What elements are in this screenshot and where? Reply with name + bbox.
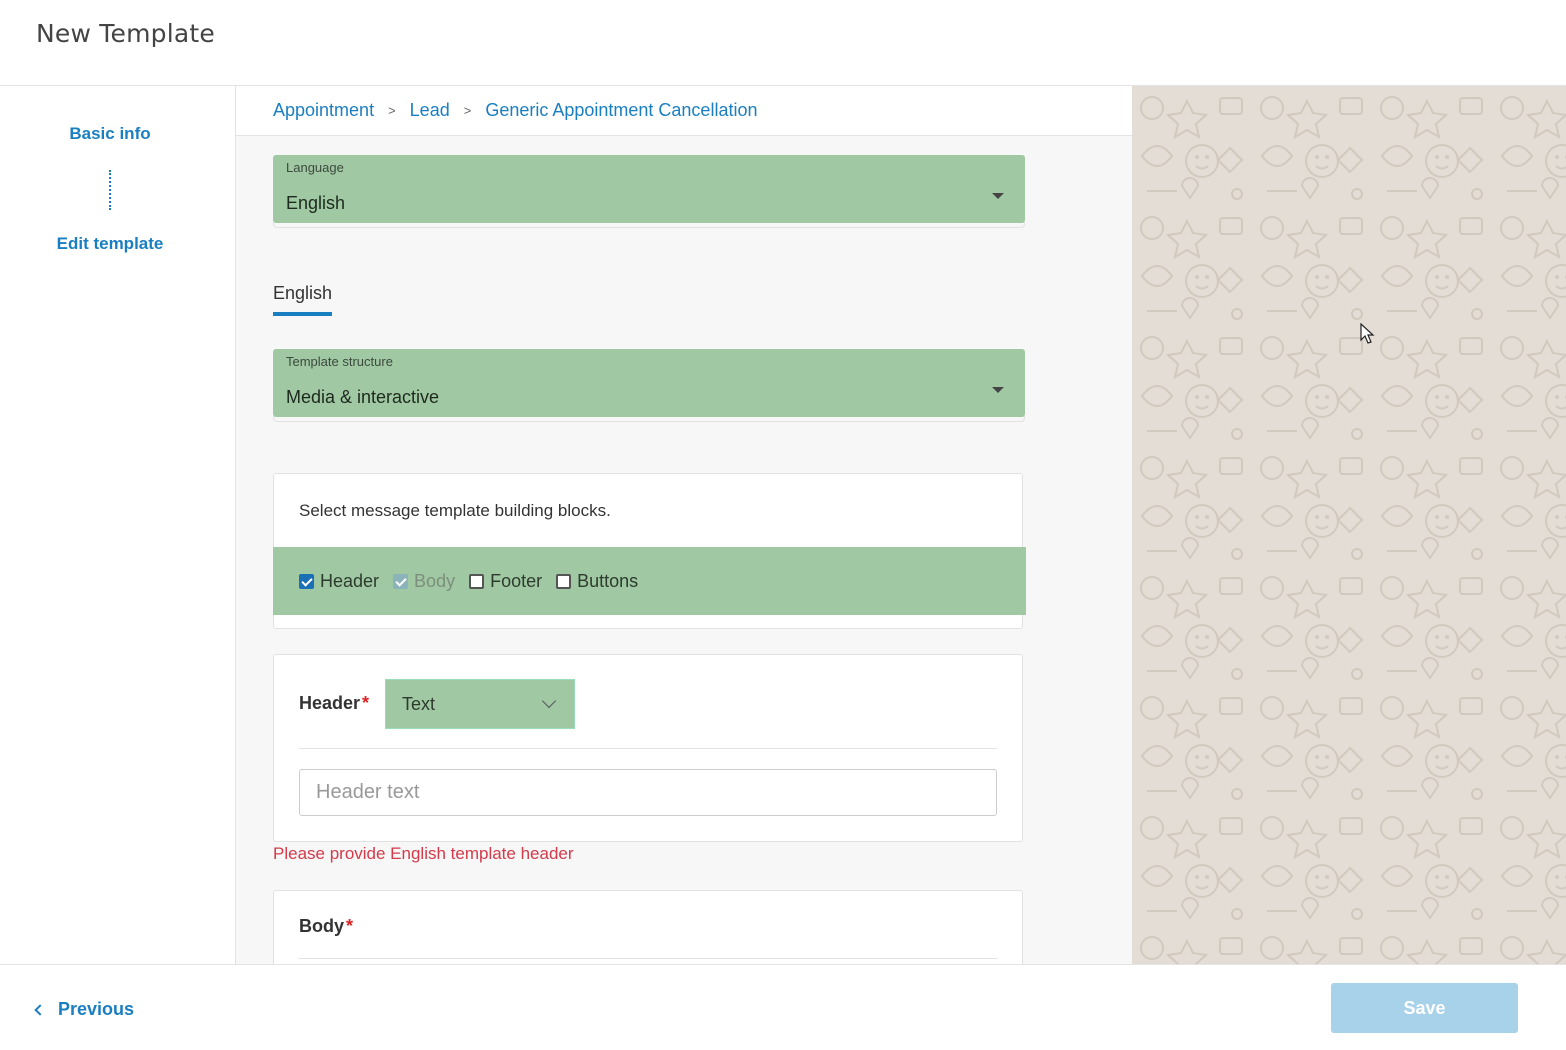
building-blocks-intro: Select message template building blocks. [299,501,611,520]
header-section-title: Header * [299,693,369,714]
checkbox-buttons[interactable]: Buttons [556,571,638,592]
dropdown-caret-icon [992,387,1004,393]
divider [299,748,997,749]
breadcrumb-item-appointment[interactable]: Appointment [273,100,374,121]
header-error-message: Please provide English template header [273,844,574,863]
pattern-fill [1132,86,1566,964]
checkbox-footer[interactable]: Footer [469,571,542,592]
chevron-left-icon [34,1003,46,1016]
bottom-action-bar: Previous Save [0,964,1566,1050]
editor-panel: Appointment > Lead > Generic Appointment… [236,86,1132,964]
top-bar: New Template [0,0,1566,86]
doodle-wallpaper-pattern [1132,86,1566,964]
previous-label: Previous [58,999,135,1019]
checkbox-footer-label: Footer [490,570,543,591]
dropdown-caret-icon [992,193,1004,199]
template-structure-value: Media & interactive [286,387,440,407]
header-section-card: Header * Text Header text [273,654,1023,842]
template-structure-label: Template structure [286,354,393,369]
checkbox-header-label: Header [320,570,380,591]
field-border [273,416,1025,422]
checkbox-checked-icon[interactable] [299,573,314,589]
header-type-value: Text [402,693,436,714]
wizard-sidebar: Basic info Edit template [0,86,236,964]
header-text-input[interactable]: Header text [299,769,997,816]
breadcrumb-item-lead[interactable]: Lead [410,100,450,121]
body-section-label: Body [299,916,344,936]
checkbox-unchecked-icon[interactable] [469,573,485,589]
message-preview-panel [1132,86,1566,964]
header-section-label: Header [299,693,361,713]
page-title: New Template [36,19,215,48]
building-blocks-options: Header Body Footer Buttons [273,547,1026,615]
breadcrumb-separator: > [463,103,472,118]
required-asterisk: * [362,693,370,713]
breadcrumb-separator: > [388,103,396,118]
header-type-select[interactable]: Text [385,679,575,729]
step-edit-template[interactable]: Edit template [0,234,220,254]
language-value: English [286,193,346,213]
step-basic-info[interactable]: Basic info [0,124,220,144]
checkbox-unchecked-icon[interactable] [556,573,572,589]
template-structure-select[interactable]: Template structure Media & interactive [273,349,1025,422]
language-label: Language [286,160,344,175]
language-select[interactable]: Language English [273,155,1025,228]
checkbox-checked-disabled-icon [393,573,409,589]
required-asterisk: * [346,916,354,936]
mouse-cursor-icon [1360,323,1375,344]
save-button[interactable]: Save [1331,983,1518,1033]
body-section-card: Body * [273,890,1023,964]
checkbox-header[interactable]: Header [299,571,379,592]
step-connector [109,170,111,210]
breadcrumb: Appointment > Lead > Generic Appointment… [273,100,757,121]
tab-english[interactable]: English [273,283,333,316]
body-section-title: Body * [299,916,353,937]
checkbox-body-label: Body [414,570,456,591]
previous-button[interactable]: Previous [34,999,135,1020]
breadcrumb-item-template[interactable]: Generic Appointment Cancellation [485,100,757,121]
building-blocks-card: Select message template building blocks.… [273,473,1026,629]
field-border [273,222,1025,228]
checkbox-body: Body [393,571,455,592]
breadcrumb-bar: Appointment > Lead > Generic Appointment… [236,86,1132,136]
checkbox-buttons-label: Buttons [577,570,639,591]
chevron-down-icon [541,693,557,709]
divider [299,958,997,959]
